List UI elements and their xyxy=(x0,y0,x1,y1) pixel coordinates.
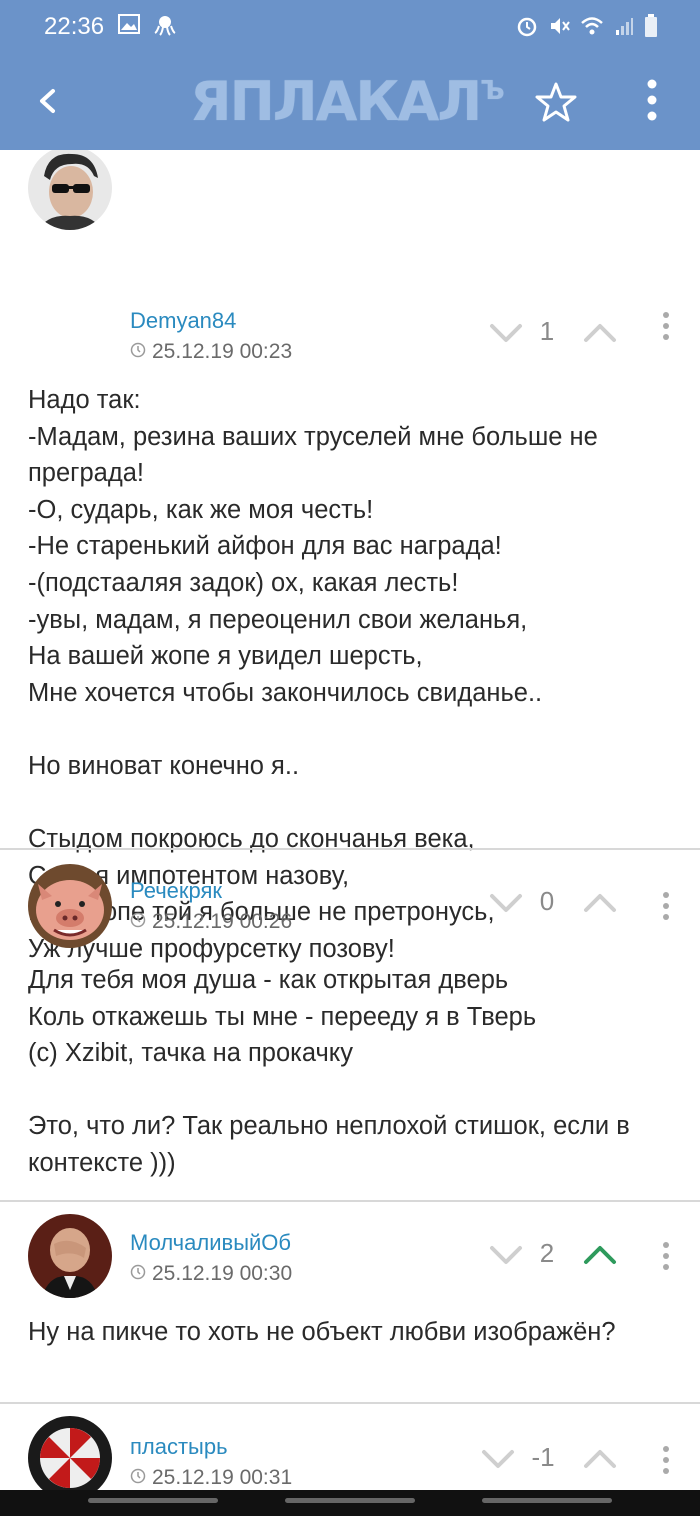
comment-date-text: 25.12.19 00:23 xyxy=(152,340,293,363)
nav-back-handle[interactable] xyxy=(482,1498,612,1503)
logo-text: ЯПЛАКАЛ xyxy=(190,70,482,133)
app-logo: ЯПЛАКАЛЪ xyxy=(190,70,505,133)
mute-icon xyxy=(548,15,570,42)
downvote-chevron-icon[interactable] xyxy=(486,320,526,351)
more-options-icon[interactable] xyxy=(640,78,664,127)
downvote-chevron-icon[interactable] xyxy=(486,890,526,921)
comment-date-text: 25.12.19 00:26 xyxy=(152,910,293,933)
notification-icons xyxy=(118,14,176,41)
alarm-icon xyxy=(516,15,538,42)
nav-home-handle[interactable] xyxy=(285,1498,415,1503)
avatar[interactable] xyxy=(28,1416,112,1490)
nav-recents-handle[interactable] xyxy=(88,1498,218,1503)
favorite-star-icon[interactable] xyxy=(534,80,578,129)
avatar[interactable] xyxy=(28,150,112,230)
clock-icon xyxy=(130,340,146,364)
app-bar: 22:36 ЯПЛАКАЛЪ xyxy=(0,0,700,150)
octopus-icon xyxy=(154,14,176,41)
downvote-chevron-icon[interactable] xyxy=(478,1446,518,1477)
vote-score: 1 xyxy=(539,316,555,346)
upvote-chevron-icon[interactable] xyxy=(580,320,620,351)
clock-icon xyxy=(130,910,146,934)
vote-controls: -1 xyxy=(478,1440,618,1480)
vote-score: 2 xyxy=(539,1238,555,1268)
divider xyxy=(0,1402,700,1404)
signal-icon xyxy=(614,16,634,41)
comment-menu-icon[interactable] xyxy=(656,1240,676,1274)
comment-menu-icon[interactable] xyxy=(656,890,676,924)
clock-icon xyxy=(130,1262,146,1286)
comment-author[interactable]: Речекряк xyxy=(130,878,222,904)
status-bar: 22:36 xyxy=(0,0,700,56)
avatar[interactable] xyxy=(28,864,112,948)
logo-suffix: Ъ xyxy=(480,76,504,106)
avatar[interactable] xyxy=(28,1214,112,1298)
status-time: 22:36 xyxy=(44,13,105,40)
comment-text: Надо так: -Мадам, резина ваших труселей … xyxy=(28,386,598,963)
vote-score: 0 xyxy=(539,886,555,916)
vote-score: -1 xyxy=(531,1442,555,1472)
comment-author[interactable]: Demyan84 xyxy=(130,308,236,334)
divider xyxy=(0,848,700,850)
system-nav-bar xyxy=(0,1490,700,1516)
battery-icon xyxy=(644,14,658,43)
comments-feed[interactable]: Demyan84 25.12.19 00:23 1 Надо так: -Мад… xyxy=(0,150,700,1490)
vote-controls: 0 xyxy=(486,884,626,924)
system-icons xyxy=(516,14,658,43)
wifi-icon xyxy=(580,16,604,41)
comment-text: Ну на пикче то хоть не объект любви изоб… xyxy=(28,1318,616,1346)
comment-date: 25.12.19 00:31 xyxy=(130,1466,292,1490)
toolbar: ЯПЛАКАЛЪ xyxy=(0,56,700,150)
comment-date-text: 25.12.19 00:30 xyxy=(152,1262,293,1285)
upvote-chevron-icon[interactable] xyxy=(580,1242,620,1273)
comment-menu-icon[interactable] xyxy=(656,1444,676,1478)
divider xyxy=(0,1200,700,1202)
comment-date: 25.12.19 00:26 xyxy=(130,910,292,934)
clock-icon xyxy=(130,1466,146,1490)
comment-text: Для тебя моя душа - как открытая дверь К… xyxy=(28,966,630,1177)
comment-date: 25.12.19 00:23 xyxy=(130,340,292,364)
vote-controls: 1 xyxy=(486,314,626,354)
comment-date-text: 25.12.19 00:31 xyxy=(152,1466,293,1489)
gallery-icon xyxy=(118,14,140,41)
comment-author[interactable]: пластырь xyxy=(130,1434,228,1460)
upvote-chevron-icon[interactable] xyxy=(580,890,620,921)
comment-menu-icon[interactable] xyxy=(656,310,676,344)
vote-controls: 2 xyxy=(486,1236,626,1276)
comment-date: 25.12.19 00:30 xyxy=(130,1262,292,1286)
downvote-chevron-icon[interactable] xyxy=(486,1242,526,1273)
back-arrow-icon[interactable] xyxy=(24,76,74,126)
upvote-chevron-icon[interactable] xyxy=(580,1446,620,1477)
comment-author[interactable]: МолчаливыйОб xyxy=(130,1230,291,1256)
